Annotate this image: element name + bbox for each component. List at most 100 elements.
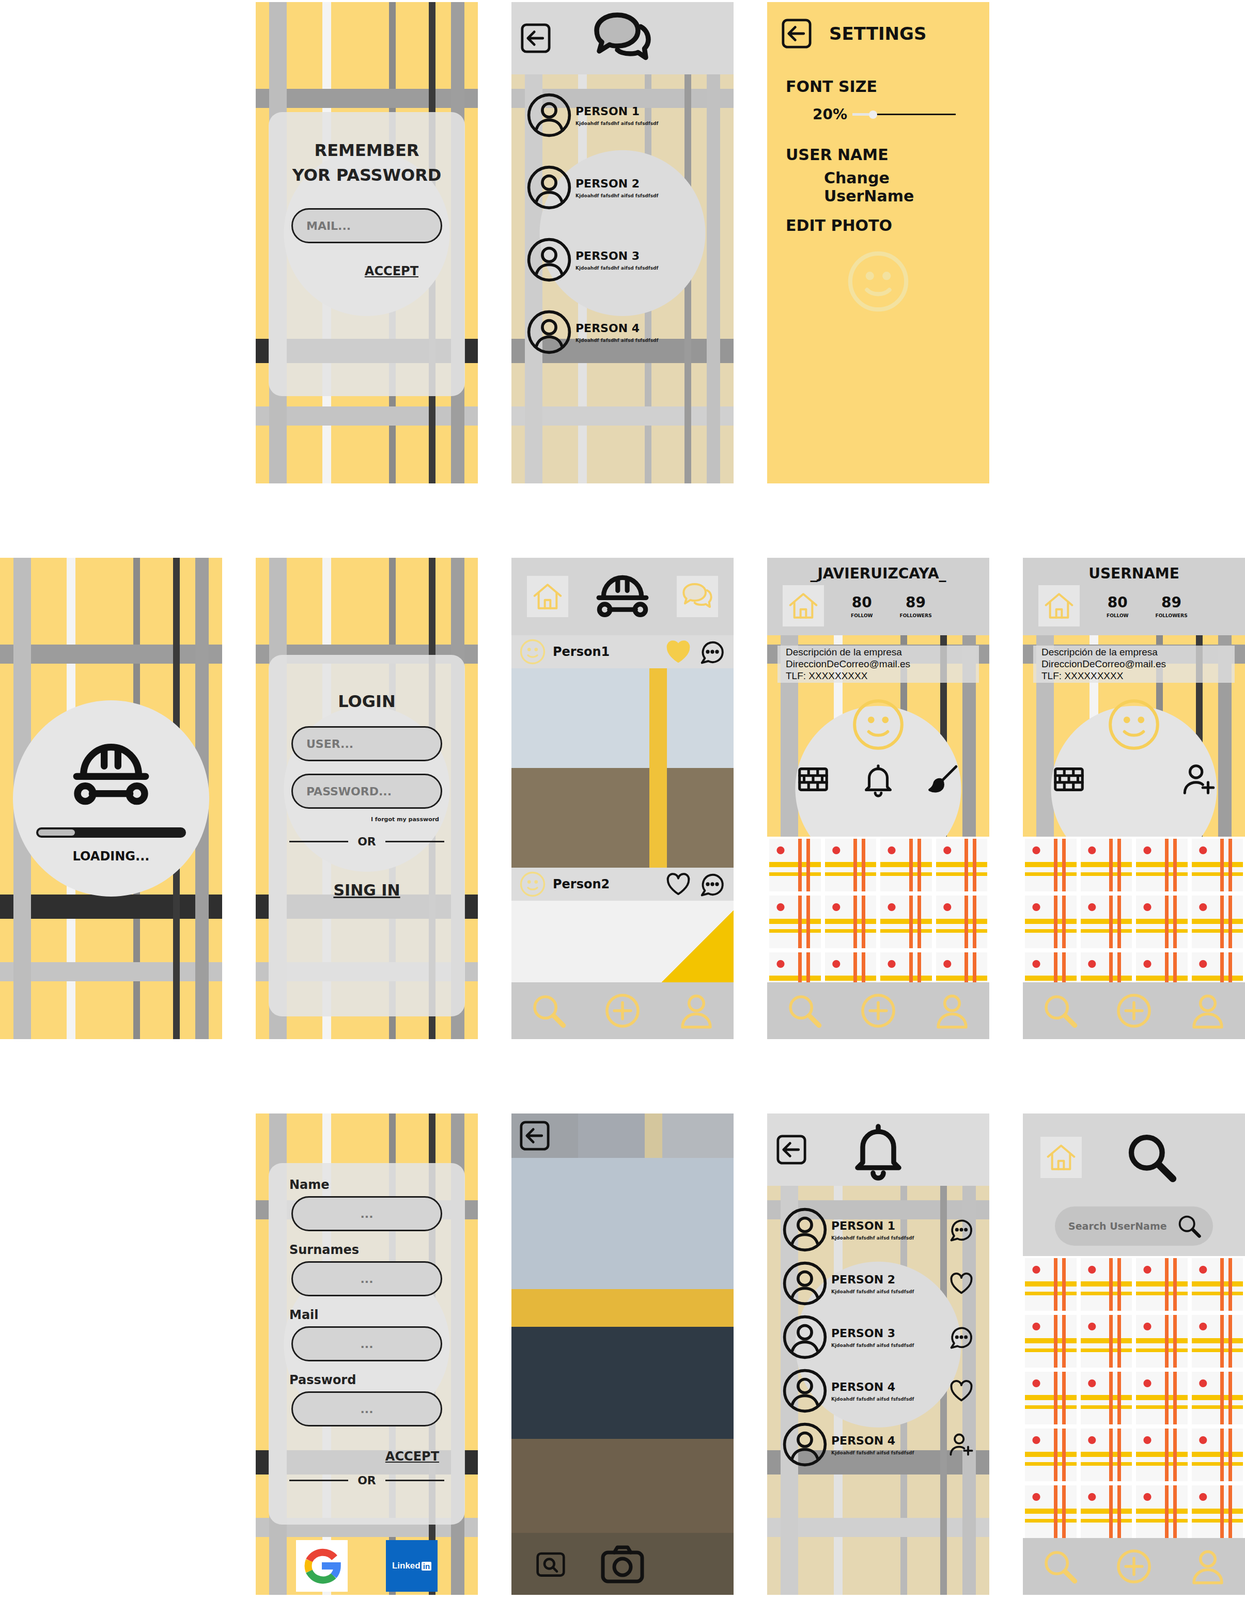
thumbnail[interactable]	[1024, 838, 1077, 892]
follow-icon[interactable]	[947, 1431, 975, 1459]
thumbnail[interactable]	[1135, 1485, 1188, 1539]
user-input[interactable]: USER...	[291, 726, 443, 762]
thumbnail[interactable]	[1080, 1315, 1133, 1368]
accept-button[interactable]: ACCEPT	[385, 1449, 440, 1465]
search-icon[interactable]	[1175, 1212, 1203, 1240]
comment-icon[interactable]	[947, 1324, 975, 1351]
person-row[interactable]: PERSON 4 Kjdoahdf fafsdhf aifsd fsfsdfsd…	[781, 1367, 975, 1415]
back-icon[interactable]	[518, 21, 553, 56]
search-icon[interactable]	[784, 991, 824, 1031]
home-button[interactable]	[1038, 585, 1080, 627]
gallery-icon[interactable]	[534, 1547, 568, 1581]
home-button[interactable]	[526, 576, 569, 618]
post-photo[interactable]	[511, 668, 734, 868]
post-photo[interactable]	[511, 900, 734, 983]
like-icon[interactable]	[947, 1377, 975, 1405]
change-username-button[interactable]: Change UserName	[823, 168, 977, 206]
thumbnail[interactable]	[1080, 1258, 1133, 1312]
smiley-icon[interactable]	[518, 637, 547, 666]
search-icon[interactable]	[1040, 991, 1080, 1031]
text-input[interactable]: ...	[291, 1261, 443, 1297]
thumbnail[interactable]	[936, 895, 988, 949]
person-row[interactable]: PERSON 2 Kjdoahdf fafsdhf aifsd fsfsdfsd…	[781, 1260, 975, 1307]
thumbnail[interactable]	[1135, 1372, 1188, 1425]
user-icon[interactable]	[1188, 1547, 1228, 1587]
like-icon[interactable]	[947, 1270, 975, 1298]
stat[interactable]: 80 FOLLOW	[1106, 594, 1129, 619]
thumbnail[interactable]	[1191, 1315, 1244, 1368]
post-author[interactable]: Person1	[552, 644, 659, 660]
thumbnail[interactable]	[1135, 1428, 1188, 1482]
back-icon[interactable]	[774, 1132, 809, 1167]
thumbnail[interactable]	[1080, 895, 1133, 949]
heart-icon[interactable]	[664, 870, 693, 899]
heart-filled-icon[interactable]	[664, 637, 693, 666]
back-icon[interactable]	[517, 1118, 552, 1154]
thumbnail[interactable]	[1080, 1372, 1133, 1425]
stat[interactable]: 80 FOLLOW	[850, 594, 874, 619]
person-row[interactable]: PERSON 2 Kjdoahdf fafsdhf aifsd fsfsdfsd…	[525, 164, 720, 211]
person-row[interactable]: PERSON 1 Kjdoahdf fafsdhf aifsd fsfsdfsd…	[781, 1206, 975, 1254]
thumbnail[interactable]	[1135, 895, 1188, 949]
font-size-slider[interactable]: 20%	[812, 105, 977, 123]
thumbnail[interactable]	[880, 895, 932, 949]
camera-icon[interactable]	[597, 1539, 648, 1590]
person-row[interactable]: PERSON 3 Kjdoahdf fafsdhf aifsd fsfsdfsd…	[525, 236, 720, 284]
thumbnail[interactable]	[1024, 1315, 1077, 1368]
person-row[interactable]: PERSON 3 Kjdoahdf fafsdhf aifsd fsfsdfsd…	[781, 1314, 975, 1361]
thumbnail[interactable]	[1135, 1258, 1188, 1312]
sign-in-button[interactable]: SING IN	[333, 881, 400, 900]
thumbnail[interactable]	[1080, 952, 1133, 983]
google-icon[interactable]	[300, 1544, 344, 1589]
comment-icon[interactable]	[698, 870, 727, 899]
home-button[interactable]	[1040, 1137, 1082, 1179]
user-icon[interactable]	[676, 991, 717, 1031]
google-button[interactable]	[296, 1540, 348, 1593]
thumbnail[interactable]	[1080, 838, 1133, 892]
comment-icon[interactable]	[947, 1216, 975, 1244]
mail-input[interactable]: MAIL...	[291, 208, 443, 244]
thumbnail[interactable]	[769, 952, 821, 983]
person-row[interactable]: PERSON 4 Kjdoahdf fafsdhf aifsd fsfsdfsd…	[525, 308, 720, 356]
text-input[interactable]: ...	[291, 1391, 443, 1427]
post-author[interactable]: Person2	[552, 877, 659, 892]
home-icon[interactable]	[786, 589, 820, 623]
home-button[interactable]	[782, 585, 824, 627]
thumbnail[interactable]	[1191, 838, 1244, 892]
thumbnail[interactable]	[1191, 1258, 1244, 1312]
thumbnail[interactable]	[1191, 1372, 1244, 1425]
home-icon[interactable]	[1042, 589, 1076, 623]
smiley-icon[interactable]	[844, 247, 912, 316]
thumbnail[interactable]	[825, 952, 877, 983]
thumbnail[interactable]	[1191, 1485, 1244, 1539]
thumbnail[interactable]	[936, 952, 988, 983]
thumbnail[interactable]	[825, 838, 877, 892]
thumbnail[interactable]	[1024, 1485, 1077, 1539]
forgot-password-link[interactable]: I forgot my password	[370, 816, 440, 823]
brush-icon[interactable]	[925, 761, 962, 798]
thumbnail[interactable]	[1080, 1485, 1133, 1539]
plus-icon[interactable]	[1114, 991, 1154, 1031]
home-icon[interactable]	[1044, 1141, 1078, 1175]
user-icon[interactable]	[932, 991, 972, 1031]
thumbnail[interactable]	[1080, 1428, 1133, 1482]
thumbnail[interactable]	[936, 838, 988, 892]
thumbnail[interactable]	[769, 838, 821, 892]
follow-icon[interactable]	[1180, 761, 1218, 798]
thumbnail[interactable]	[1135, 1315, 1188, 1368]
thumbnail[interactable]	[825, 895, 877, 949]
chats-icon[interactable]	[680, 580, 714, 614]
person-row[interactable]: PERSON 1 Kjdoahdf fafsdhf aifsd fsfsdfsd…	[525, 91, 720, 139]
text-input[interactable]: ...	[291, 1326, 443, 1362]
plus-icon[interactable]	[858, 991, 898, 1031]
slider-thumb[interactable]	[868, 110, 878, 119]
edit-photo-button[interactable]	[779, 247, 977, 316]
comment-icon[interactable]	[698, 637, 727, 666]
search-icon[interactable]	[1040, 1547, 1080, 1587]
home-icon[interactable]	[531, 580, 565, 614]
thumbnail[interactable]	[1024, 1258, 1077, 1312]
brick-icon[interactable]	[1050, 761, 1087, 798]
stat[interactable]: 89 FOLLOWERS	[1155, 594, 1188, 619]
thumbnail[interactable]	[1191, 895, 1244, 949]
thumbnail[interactable]	[1024, 1372, 1077, 1425]
